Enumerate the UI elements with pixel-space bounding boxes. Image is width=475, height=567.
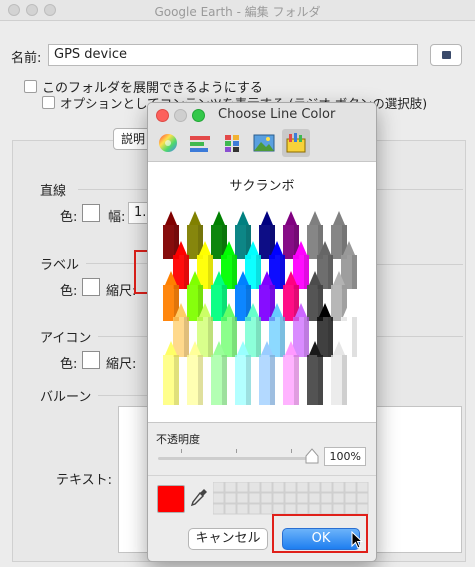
color-palettes-icon xyxy=(225,135,239,152)
line-section-divider-right xyxy=(377,189,463,190)
custom-swatch-cell[interactable] xyxy=(213,492,225,504)
folder-icon-button[interactable] xyxy=(430,44,462,66)
window-title: Google Earth - 編集 フォルダ xyxy=(154,5,321,19)
crayon-grid xyxy=(163,211,357,405)
image-palettes-icon xyxy=(253,134,275,152)
label-section-title: ラベル xyxy=(40,258,80,273)
balloon-text-label: テキスト: xyxy=(56,473,112,488)
opacity-label: 不透明度 xyxy=(156,433,200,446)
custom-swatch-cell[interactable] xyxy=(332,503,345,515)
slider-tick xyxy=(236,449,237,453)
line-section-title: 直線 xyxy=(40,184,67,199)
custom-swatch-cell[interactable] xyxy=(236,482,249,493)
custom-swatch-cell[interactable] xyxy=(224,503,237,515)
custom-swatch-cell[interactable] xyxy=(344,503,357,515)
custom-swatch-cell[interactable] xyxy=(248,492,261,504)
custom-swatch-cell[interactable] xyxy=(284,482,297,493)
crayons-icon xyxy=(286,133,306,153)
custom-swatch-cell[interactable] xyxy=(224,482,237,493)
custom-swatch-cell[interactable] xyxy=(344,482,357,493)
line-width-label: 幅: xyxy=(108,210,126,225)
custom-swatch-cell[interactable] xyxy=(356,503,369,515)
icon-section-divider xyxy=(98,336,148,337)
line-color-label: 色: xyxy=(60,210,78,225)
custom-swatch-cell[interactable] xyxy=(332,492,345,504)
custom-swatch-cell[interactable] xyxy=(308,492,321,504)
custom-swatch-cell[interactable] xyxy=(308,482,321,493)
opacity-slider-knob[interactable] xyxy=(305,448,319,464)
label-color-label: 色: xyxy=(60,284,78,299)
label-section-divider-right xyxy=(377,264,463,265)
color-sliders-tab[interactable] xyxy=(186,129,214,157)
color-panel: Choose Line Color サクランボ 不透明度 100% キャンセル … xyxy=(147,102,377,562)
custom-swatch-cell[interactable] xyxy=(272,492,285,504)
custom-swatch-grid[interactable] xyxy=(213,482,369,516)
custom-swatch-cell[interactable] xyxy=(284,492,297,504)
name-label: 名前: xyxy=(11,51,42,66)
icon-color-label: 色: xyxy=(60,357,78,372)
custom-swatch-cell[interactable] xyxy=(260,482,273,493)
color-wheel-icon xyxy=(159,134,177,152)
custom-swatch-cell[interactable] xyxy=(296,503,309,515)
custom-swatch-cell[interactable] xyxy=(213,503,225,515)
custom-swatch-cell[interactable] xyxy=(260,503,273,515)
options-radio-checkbox[interactable] xyxy=(42,96,55,109)
slider-tick xyxy=(181,449,182,453)
custom-swatch-cell[interactable] xyxy=(284,503,297,515)
custom-swatch-cell[interactable] xyxy=(272,503,285,515)
icon-section-title: アイコン xyxy=(40,331,92,346)
custom-swatch-cell[interactable] xyxy=(213,482,225,493)
cancel-button[interactable]: キャンセル xyxy=(188,528,268,550)
balloon-section-divider xyxy=(98,395,148,396)
custom-swatch-cell[interactable] xyxy=(248,482,261,493)
icon-scale-label: 縮尺: xyxy=(106,357,137,372)
color-sliders-icon xyxy=(190,136,210,152)
custom-swatch-cell[interactable] xyxy=(308,503,321,515)
custom-swatch-cell[interactable] xyxy=(248,503,261,515)
color-mode-toolbar xyxy=(148,125,376,162)
custom-swatch-cell[interactable] xyxy=(296,482,309,493)
color-wheel-tab[interactable] xyxy=(154,129,182,157)
custom-swatch-cell[interactable] xyxy=(320,492,333,504)
custom-swatch-cell[interactable] xyxy=(356,482,369,493)
custom-swatch-cell[interactable] xyxy=(260,492,273,504)
eyedropper-icon[interactable] xyxy=(190,487,208,507)
custom-swatch-cell[interactable] xyxy=(236,503,249,515)
expand-folder-checkbox[interactable] xyxy=(24,80,37,93)
icon-color-swatch[interactable] xyxy=(82,351,100,369)
color-palettes-tab[interactable] xyxy=(218,129,246,157)
opacity-value-field[interactable]: 100% xyxy=(324,447,366,466)
custom-swatch-cell[interactable] xyxy=(332,482,345,493)
color-panel-close-button[interactable] xyxy=(156,109,169,122)
selected-color-swatch[interactable] xyxy=(157,485,185,513)
balloon-section-title: バルーン xyxy=(40,390,92,405)
custom-swatch-cell[interactable] xyxy=(320,503,333,515)
line-color-swatch[interactable] xyxy=(82,204,100,222)
panel-divider xyxy=(148,475,376,476)
square-icon xyxy=(442,51,451,59)
color-panel-minimize-button[interactable] xyxy=(174,109,187,122)
custom-swatch-cell[interactable] xyxy=(272,482,285,493)
custom-swatch-cell[interactable] xyxy=(344,492,357,504)
label-scale-label: 縮尺: xyxy=(106,284,137,299)
opacity-slider[interactable] xyxy=(158,457,313,460)
slider-tick xyxy=(291,449,292,453)
color-panel-zoom-button[interactable] xyxy=(192,109,205,122)
window-titlebar: Google Earth - 編集 フォルダ xyxy=(0,0,475,21)
crayons-tab[interactable] xyxy=(282,129,310,157)
custom-swatch-cell[interactable] xyxy=(356,492,369,504)
crayon-color-name: サクランボ xyxy=(229,179,295,194)
color-panel-titlebar: Choose Line Color xyxy=(148,103,376,125)
name-field[interactable]: GPS device xyxy=(48,44,418,66)
icon-section-divider-right xyxy=(377,336,463,337)
mouse-cursor-icon xyxy=(351,531,364,549)
custom-swatch-cell[interactable] xyxy=(320,482,333,493)
line-section-divider xyxy=(78,189,148,190)
custom-swatch-cell[interactable] xyxy=(236,492,249,504)
custom-swatch-cell[interactable] xyxy=(224,492,237,504)
custom-swatch-cell[interactable] xyxy=(296,492,309,504)
label-color-swatch[interactable] xyxy=(82,278,100,296)
color-panel-title: Choose Line Color xyxy=(218,107,336,122)
image-palettes-tab[interactable] xyxy=(250,129,278,157)
